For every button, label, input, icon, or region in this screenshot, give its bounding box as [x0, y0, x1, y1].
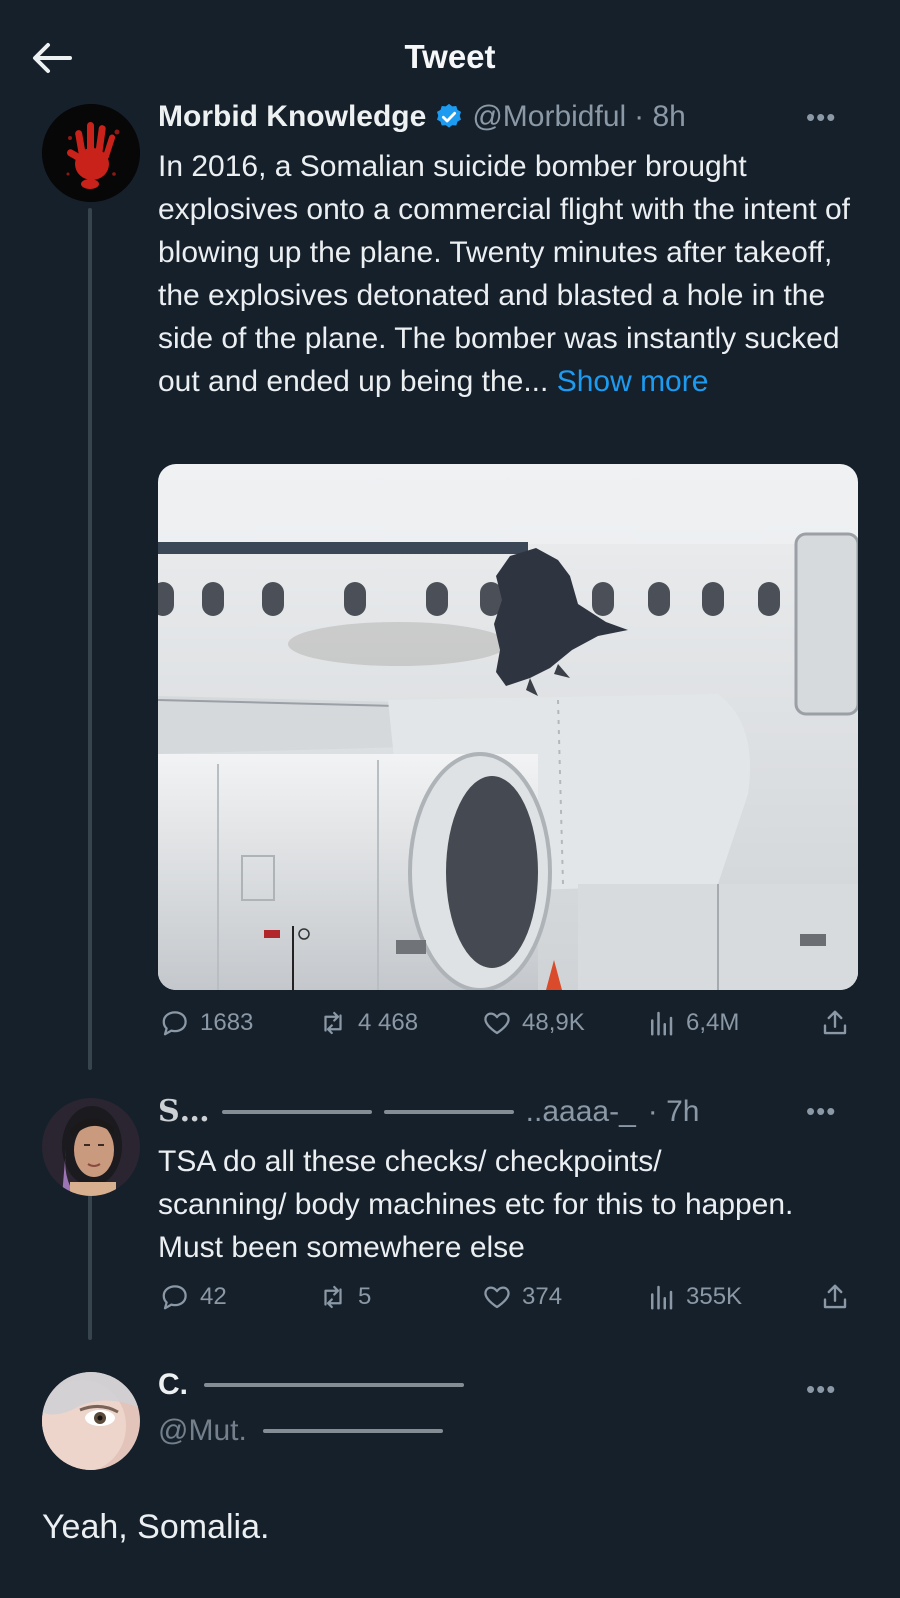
person-avatar-icon — [42, 1372, 140, 1470]
person-avatar-icon — [42, 1098, 140, 1196]
red-hand-icon — [42, 104, 140, 202]
author-handle[interactable]: @Morbidful — [472, 100, 626, 134]
reply-author-obscured[interactable]: C. — [158, 1368, 188, 1402]
retweet-button[interactable]: 5 — [318, 1282, 371, 1312]
reply-header: C. — [158, 1368, 464, 1402]
like-button[interactable]: 48,9K — [482, 1008, 585, 1038]
views-chart-icon — [651, 1285, 673, 1310]
reply-header: Ѕ… ..aaaa-_ · 7h — [158, 1094, 699, 1129]
airplane-photo — [158, 464, 858, 990]
tweet-image[interactable] — [158, 464, 858, 990]
tweet-header: Morbid Knowledge @Morbidful · 8h — [158, 100, 686, 134]
share-icon — [823, 1284, 847, 1309]
reply-icon — [162, 1285, 187, 1310]
retweet-count: 5 — [358, 1283, 372, 1310]
thread-line — [88, 208, 92, 1070]
share-icon — [823, 1010, 847, 1035]
reply-avatar[interactable] — [42, 1372, 140, 1470]
tweet-text: In 2016, a Somalian suicide bomber broug… — [158, 145, 858, 403]
reply-time: · 7h — [647, 1094, 700, 1128]
reply-text: TSA do all these checks/ checkpoints/ sc… — [158, 1145, 794, 1264]
like-count: 374 — [522, 1283, 563, 1310]
tweet-body: In 2016, a Somalian suicide bomber broug… — [158, 150, 851, 398]
views-chart-icon — [651, 1011, 673, 1036]
more-options-icon[interactable]: ••• — [806, 1374, 836, 1405]
reply-count: 42 — [200, 1283, 227, 1310]
more-options-icon[interactable]: ••• — [806, 1096, 836, 1127]
reply-handle-row: @Mut. — [158, 1414, 443, 1448]
retweet-count: 4 468 — [358, 1009, 419, 1036]
share-button[interactable] — [820, 1282, 850, 1312]
reply-handle-obscured[interactable]: ..aaaa-_ — [526, 1095, 636, 1129]
more-options-icon[interactable]: ••• — [806, 102, 836, 133]
views-count: 355K — [686, 1283, 743, 1310]
reply-count: 1683 — [200, 1009, 254, 1036]
retweet-button[interactable]: 4 468 — [318, 1008, 418, 1038]
share-button[interactable] — [820, 1008, 850, 1038]
redacted-handle — [262, 1429, 443, 1433]
heart-icon — [484, 1012, 510, 1035]
views-count: 6,4M — [686, 1009, 740, 1036]
views-button[interactable]: 6,4M — [646, 1008, 739, 1038]
show-more-link[interactable]: Show more — [557, 365, 709, 398]
avatar[interactable] — [42, 104, 140, 202]
retweet-icon — [324, 1285, 342, 1309]
like-count: 48,9K — [522, 1009, 585, 1036]
redacted-name — [221, 1109, 372, 1114]
like-button[interactable]: 374 — [482, 1282, 562, 1312]
tweet-time: · 8h — [634, 100, 686, 133]
reply-text: Yeah, Somalia. — [42, 1508, 270, 1546]
reply-button[interactable]: 42 — [160, 1282, 227, 1312]
reply-author-obscured[interactable]: Ѕ… — [158, 1094, 210, 1129]
redacted-handle — [383, 1109, 514, 1114]
redacted-name — [204, 1383, 464, 1387]
verified-badge-icon — [437, 103, 462, 128]
thread-line — [88, 1180, 92, 1340]
author-name[interactable]: Morbid Knowledge — [158, 100, 426, 134]
reply-avatar[interactable] — [42, 1098, 140, 1196]
heart-icon — [484, 1286, 510, 1309]
page-title: Tweet — [404, 38, 496, 75]
views-button[interactable]: 355K — [646, 1282, 742, 1312]
retweet-icon — [324, 1011, 342, 1035]
reply-button[interactable]: 1683 — [160, 1008, 253, 1038]
reply-handle-obscured[interactable]: @Mut. — [158, 1414, 247, 1448]
reply-icon — [162, 1011, 187, 1036]
